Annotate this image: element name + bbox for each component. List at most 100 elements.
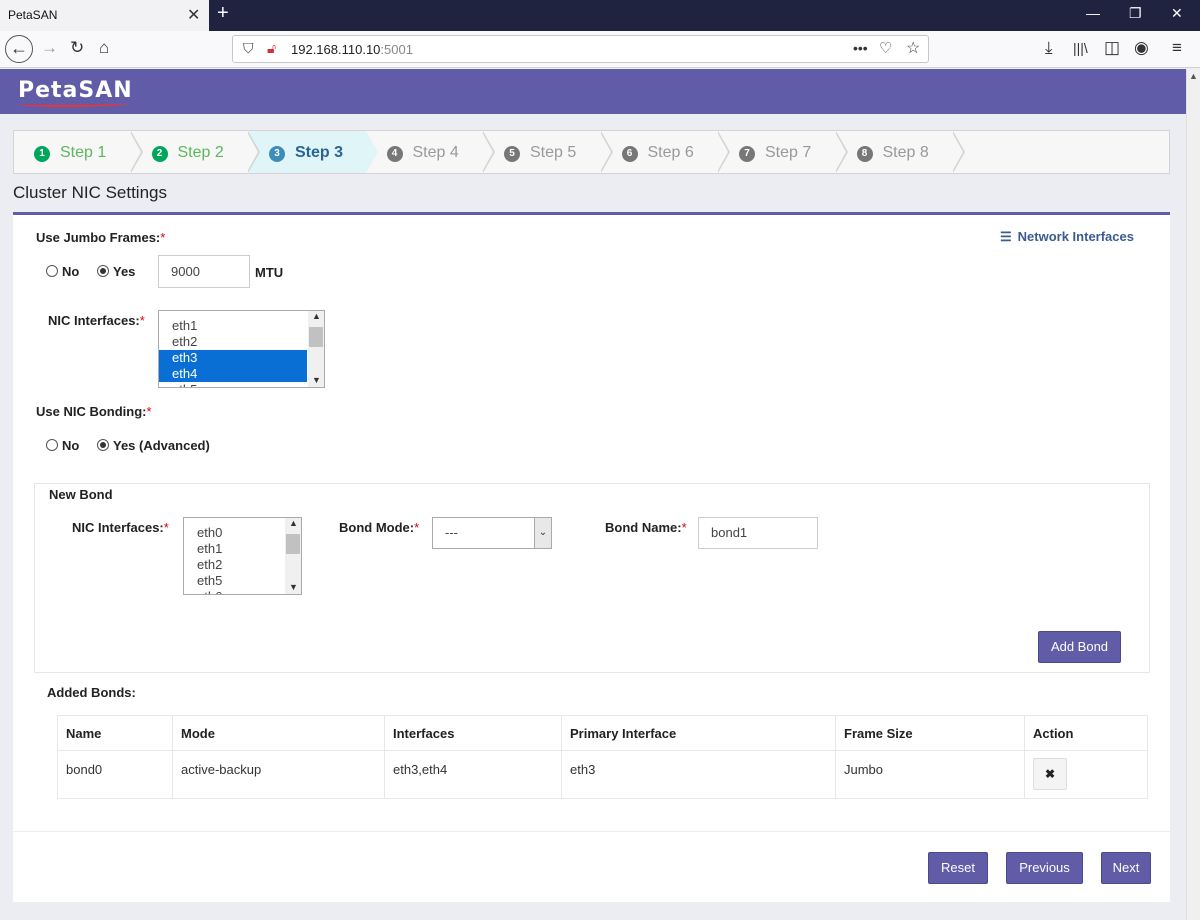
list-option[interactable]: eth4 bbox=[159, 366, 307, 382]
account-icon[interactable]: ◉ bbox=[1134, 38, 1149, 58]
scroll-thumb[interactable] bbox=[286, 534, 300, 554]
wizard-step-3[interactable]: 3 Step 3 bbox=[249, 131, 378, 173]
new-bond-box: New Bond NIC Interfaces:* eth0 eth1 eth2 et… bbox=[34, 483, 1150, 673]
list-option[interactable]: eth0 bbox=[184, 525, 284, 541]
pocket-icon[interactable]: ♡ bbox=[879, 39, 892, 57]
scroll-up-icon[interactable]: ▲ bbox=[1189, 71, 1198, 81]
network-interfaces-link[interactable]: ☰ Network Interfaces bbox=[1000, 229, 1134, 245]
step-label: Step 8 bbox=[882, 144, 929, 161]
list-icon: ☰ bbox=[1000, 229, 1012, 244]
table-row: bond0 active-backup eth3,eth4 eth3 Jumbo… bbox=[57, 750, 1148, 799]
list-option[interactable]: eth1 bbox=[184, 541, 284, 557]
bond-nic-interfaces-select[interactable]: eth0eth1eth2eth5eth6▲▼ bbox=[183, 517, 302, 595]
jumbo-yes-radio[interactable]: Yes bbox=[97, 264, 135, 279]
back-icon[interactable]: ← bbox=[5, 35, 33, 63]
step-label: Step 3 bbox=[295, 144, 344, 161]
scroll-thumb[interactable] bbox=[309, 327, 323, 347]
download-icon[interactable]: ⤓ bbox=[1045, 38, 1053, 58]
close-icon: ✖ bbox=[1044, 767, 1056, 781]
wizard-step-8[interactable]: 8 Step 8 bbox=[837, 131, 965, 173]
petasan-logo[interactable]: PetaSAN bbox=[18, 78, 133, 107]
wizard-step-1[interactable]: 1 Step 1 bbox=[14, 131, 143, 173]
browser-toolbar: ← → ↻ ⌂ ⛉ 🔓︎ 192.168.110.10:5001 ••• ♡ ☆… bbox=[0, 31, 1200, 68]
bond-nic-interfaces-label: NIC Interfaces:* bbox=[72, 520, 169, 535]
scroll-up-icon[interactable]: ▲ bbox=[312, 311, 321, 321]
list-option[interactable]: eth5 bbox=[184, 573, 284, 589]
list-option[interactable]: eth2 bbox=[184, 557, 284, 573]
step-number-badge: 7 bbox=[739, 146, 755, 162]
jumbo-frames-label: Use Jumbo Frames:* bbox=[36, 230, 166, 245]
menu-icon[interactable]: ≡ bbox=[1172, 38, 1182, 58]
reload-icon[interactable]: ↻ bbox=[70, 38, 84, 58]
chevron-down-icon[interactable]: ⌄ bbox=[534, 518, 551, 548]
app-header: PetaSAN bbox=[0, 69, 1186, 114]
page-actions-icon[interactable]: ••• bbox=[853, 40, 868, 56]
shield-icon[interactable]: ⛉ bbox=[243, 40, 254, 57]
step-chevron-inner bbox=[247, 132, 258, 172]
scroll-up-icon[interactable]: ▲ bbox=[289, 518, 298, 528]
bonding-no-radio[interactable]: No bbox=[46, 438, 79, 453]
added-bonds-table: Name Mode Interfaces Primary Interface F… bbox=[57, 715, 1148, 799]
bond-nic-list-scrollbar[interactable]: ▲ ▼ bbox=[285, 518, 301, 594]
bond-interfaces-cell: eth3,eth4 bbox=[384, 750, 562, 799]
minimize-icon[interactable]: — bbox=[1086, 5, 1100, 21]
home-icon[interactable]: ⌂ bbox=[99, 38, 109, 58]
scroll-down-icon[interactable]: ▼ bbox=[289, 582, 298, 592]
radio-circle bbox=[46, 439, 58, 451]
page-scrollbar[interactable]: ▲ bbox=[1186, 69, 1200, 920]
browser-tab[interactable]: PetaSAN ✕ bbox=[0, 0, 209, 31]
list-option[interactable]: eth5 bbox=[159, 382, 307, 387]
step-label: Step 5 bbox=[530, 144, 577, 161]
bonding-yes-radio[interactable]: Yes (Advanced) bbox=[97, 438, 210, 453]
sidebar-icon[interactable]: ◫ bbox=[1104, 38, 1120, 58]
wizard-steps: 1 Step 1 2 Step 2 3 Step 3 4 Step 4 5 Step 5 6 Step… bbox=[13, 130, 1170, 174]
wizard-step-2[interactable]: 2 Step 2 bbox=[132, 131, 260, 173]
radio-circle bbox=[46, 265, 58, 277]
step-number-badge: 1 bbox=[34, 146, 50, 162]
nic-settings-panel: Use Jumbo Frames:* ☰ Network Interfaces N… bbox=[13, 212, 1170, 902]
bond-mode-label: Bond Mode:* bbox=[339, 520, 420, 535]
bond-name-input[interactable]: bond1 bbox=[698, 517, 818, 549]
url-bar[interactable]: ⛉ 🔓︎ 192.168.110.10:5001 ••• ♡ ☆ bbox=[232, 35, 929, 63]
list-option[interactable]: eth6 bbox=[184, 589, 284, 594]
library-icon[interactable]: |||\ bbox=[1073, 40, 1088, 56]
bond-mode-select[interactable]: --- ⌄ bbox=[432, 517, 552, 549]
url-text: 192.168.110.10:5001 bbox=[291, 42, 413, 57]
wizard-step-5[interactable]: 5 Step 5 bbox=[484, 131, 613, 173]
new-bond-title: New Bond bbox=[49, 487, 113, 502]
step-chevron-inner bbox=[834, 132, 846, 172]
step-label: Step 2 bbox=[177, 144, 224, 161]
step-number-badge: 4 bbox=[386, 146, 403, 162]
new-tab-button[interactable]: + bbox=[217, 2, 229, 25]
mtu-input[interactable]: 9000 bbox=[158, 255, 250, 288]
close-window-icon[interactable]: ✕ bbox=[1171, 5, 1183, 22]
list-option[interactable]: eth1 bbox=[159, 318, 307, 334]
restore-icon[interactable]: ❐ bbox=[1129, 5, 1142, 22]
nic-list-scrollbar[interactable]: ▲ ▼ bbox=[308, 311, 324, 387]
bond-name-label: Bond Name:* bbox=[605, 520, 687, 535]
add-bond-button[interactable]: Add Bond bbox=[1038, 631, 1121, 663]
column-header-mode: Mode bbox=[172, 715, 385, 751]
bookmark-star-icon[interactable]: ☆ bbox=[906, 38, 920, 58]
previous-button[interactable]: Previous bbox=[1006, 852, 1083, 884]
forward-icon[interactable]: → bbox=[41, 38, 58, 58]
nic-interfaces-select[interactable]: eth1eth2eth3eth4eth5▲▼ bbox=[158, 310, 325, 388]
list-option[interactable]: eth2 bbox=[159, 334, 307, 350]
jumbo-no-radio[interactable]: No bbox=[46, 264, 79, 279]
wizard-step-4[interactable]: 4 Step 4 bbox=[367, 131, 495, 173]
step-chevron bbox=[365, 131, 378, 173]
scroll-down-icon[interactable]: ▼ bbox=[312, 375, 321, 385]
nic-bonding-label: Use NIC Bonding:* bbox=[36, 404, 152, 419]
mtu-unit-label: MTU bbox=[255, 265, 284, 280]
list-option[interactable]: eth3 bbox=[159, 350, 307, 366]
wizard-step-6[interactable]: 6 Step 6 bbox=[602, 131, 730, 173]
column-header-name: Name bbox=[57, 715, 173, 751]
delete-bond-button[interactable]: ✖ bbox=[1033, 758, 1067, 790]
logo-text: PetaSAN bbox=[18, 78, 133, 103]
reset-button[interactable]: Reset bbox=[928, 852, 988, 884]
bond-action-cell: ✖ bbox=[1024, 750, 1148, 799]
next-button[interactable]: Next bbox=[1101, 852, 1151, 884]
close-tab-icon[interactable]: ✕ bbox=[187, 5, 200, 25]
insecure-lock-icon[interactable]: 🔓︎ bbox=[267, 40, 276, 57]
wizard-step-7[interactable]: 7 Step 7 bbox=[719, 131, 848, 173]
